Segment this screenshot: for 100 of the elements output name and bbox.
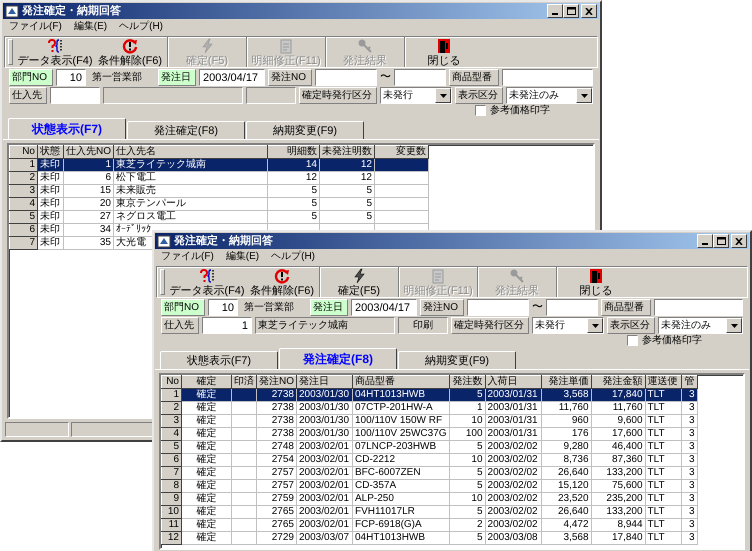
display-type-dropdown[interactable]: 未発注のみ [658,317,743,334]
table-cell: TLT [645,506,682,518]
column-header[interactable]: No [162,376,182,388]
row-number[interactable]: 5 [162,440,182,454]
column-header[interactable]: 印済 [232,376,256,388]
column-header[interactable]: 確定 [182,376,232,388]
row-number[interactable]: 11 [162,518,182,532]
column-header[interactable]: 発注数 [449,376,486,388]
checkbox[interactable] [627,335,638,346]
tab[interactable]: 発注確定(F8) [127,121,245,139]
row-number[interactable]: 4 [162,428,182,440]
tab[interactable]: 状態表示(F7) [160,351,278,369]
column-header[interactable]: 仕入先NO [64,146,114,158]
tab[interactable]: 納期変更(F9) [246,121,364,139]
row-number[interactable]: 3 [162,414,182,428]
row-number[interactable]: 8 [162,480,182,492]
column-header[interactable]: 発注金額 [591,376,646,388]
column-header[interactable]: 明細数 [268,146,320,158]
order-no-from-field[interactable] [315,69,377,86]
column-header[interactable]: 商品型番 [352,376,450,388]
supplier-no-field[interactable] [50,87,100,104]
table-cell: CD-357A [352,480,450,492]
row-number[interactable]: 5 [10,210,38,224]
order-no-to-field[interactable] [546,299,598,316]
row-number[interactable]: 6 [162,454,182,466]
column-header[interactable]: 管 [681,376,698,388]
menu-item[interactable]: 編集(E) [226,250,260,263]
table-cell: 10 [449,492,486,506]
row-number[interactable]: 4 [10,198,38,210]
column-header[interactable]: 発注NO [256,376,296,388]
issue-type-dropdown[interactable]: 未発行 [532,317,604,334]
column-header[interactable]: 仕入先名 [114,146,268,158]
toolbar-button[interactable]: データ表示(F4) [169,267,245,297]
row-number[interactable]: 1 [162,388,182,402]
order-no-from-field[interactable] [467,299,529,316]
checkbox[interactable] [475,105,486,116]
toolbar-button[interactable]: 条件解除(F6) [93,37,167,67]
table-cell: 11,760 [591,402,646,414]
toolbar-button[interactable]: 確定(F5) [319,267,398,297]
tab[interactable]: 発注確定(F8) [279,348,397,369]
column-header[interactable]: 変更数 [374,146,428,158]
issue-type-dropdown[interactable]: 未発行 [380,87,452,104]
maximize-button[interactable] [563,4,579,18]
column-header[interactable]: 未発注明数 [320,146,374,158]
department-no-field[interactable]: 10 [56,69,86,86]
issue-type-label: 確定時発行区分 [299,87,377,104]
menu-item[interactable]: 編集(E) [74,20,108,33]
toolbar-button[interactable]: 閉じる [404,37,483,67]
table-cell: 2003/02/02 [485,440,542,454]
table-cell: 2003/02/02 [485,480,542,492]
order-date-field[interactable]: 2003/04/17 [199,69,265,86]
row-number[interactable]: 9 [162,492,182,506]
row-number[interactable]: 6 [10,224,38,236]
menu-item[interactable]: ファイル(F) [161,250,214,263]
table-cell: 2003/01/30 [296,414,352,428]
table-cell: 10 [449,454,486,466]
toolbar-button[interactable]: 条件解除(F6) [245,267,319,297]
caret-icon [440,94,446,98]
column-header[interactable]: 発注単価 [541,376,592,388]
toolbar-button[interactable]: データ表示(F4) [17,37,93,67]
circular-arrow-icon [274,268,290,284]
table-cell: 26,640 [541,506,592,518]
column-header[interactable]: 入荷日 [485,376,542,388]
column-header[interactable]: 状態 [38,146,64,158]
close-button[interactable] [581,4,597,18]
row-number[interactable]: 10 [162,506,182,518]
row-number[interactable]: 2 [162,402,182,414]
row-number[interactable]: 3 [10,184,38,198]
table-cell: 2757 [256,466,296,480]
tab[interactable]: 納期変更(F9) [398,351,516,369]
row-number[interactable]: 2 [10,172,38,184]
print-status-box [246,87,296,104]
row-number[interactable]: 12 [162,532,182,544]
column-header[interactable]: No [10,146,38,158]
close-button[interactable] [731,234,747,248]
table-cell: 12 [320,172,374,184]
display-type-dropdown[interactable]: 未発注のみ [506,87,593,104]
tab[interactable]: 状態表示(F7) [8,118,126,139]
column-header[interactable]: 発注日 [296,376,352,388]
product-code-field[interactable] [654,299,743,316]
product-code-field[interactable] [502,69,593,86]
row-number[interactable]: 7 [10,236,38,250]
order-no-to-field[interactable] [394,69,446,86]
row-number[interactable]: 1 [10,158,38,172]
menu-item[interactable]: ファイル(F) [9,20,62,33]
minimize-button[interactable] [697,234,713,248]
department-no-field[interactable]: 10 [208,299,238,316]
order-date-field[interactable]: 2003/04/17 [351,299,417,316]
maximize-button[interactable] [713,234,729,248]
minimize-button[interactable] [547,4,563,18]
toolbar-button[interactable]: 閉じる [556,267,635,297]
table-cell: 75,600 [591,480,646,492]
menu-item[interactable]: ヘルプ(H) [119,20,164,33]
column-header[interactable]: 運送便 [645,376,682,388]
supplier-no-field[interactable]: 1 [202,317,252,334]
row-number[interactable]: 7 [162,466,182,480]
menu-item[interactable]: ヘルプ(H) [271,250,316,263]
order-no-label: 発注NO [420,299,464,316]
table-cell: 5 [449,388,486,402]
table-cell: 確定 [182,492,232,506]
